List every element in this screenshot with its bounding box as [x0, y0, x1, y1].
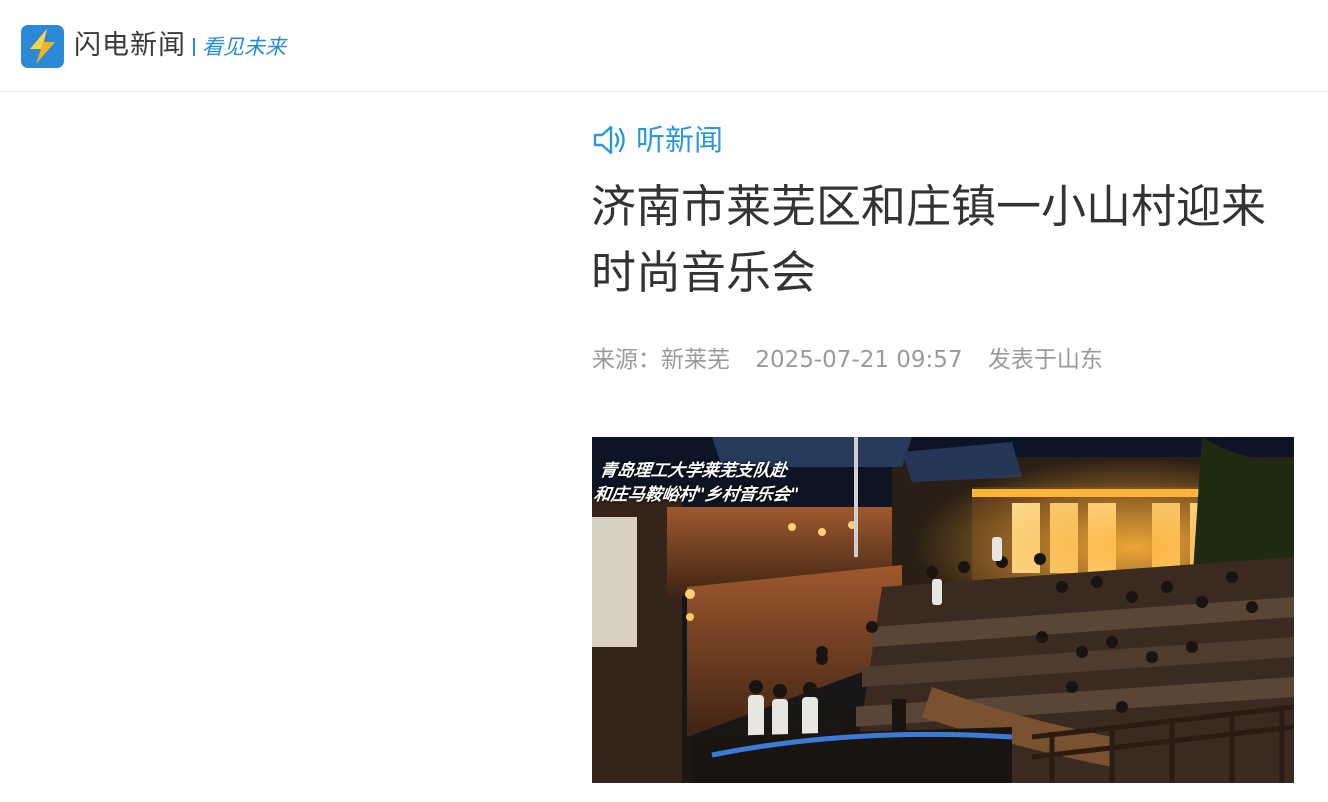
speaker-icon	[593, 125, 625, 155]
lightning-logo-icon[interactable]	[21, 25, 64, 68]
article-source: 来源：新莱芜	[592, 347, 730, 373]
article-title: 济南市莱芜区和庄镇一小山村迎来时尚音乐会	[591, 180, 1267, 299]
brand-name[interactable]: 闪电新闻	[74, 28, 186, 64]
article-datetime: 2025-07-21 09:57	[755, 347, 963, 373]
photo-caption-line2: 和庄马鞍峪村"乡村音乐会"	[592, 485, 801, 505]
article-location: 发表于山东	[987, 347, 1103, 373]
photo-caption-line1: 青岛理工大学莱芜支队赴	[598, 461, 789, 481]
photo-caption: 青岛理工大学莱芜支队赴 和庄马鞍峪村"乡村音乐会"	[592, 459, 801, 507]
article-meta: 来源：新莱芜 2025-07-21 09:57 发表于山东	[592, 342, 1121, 378]
listen-news-button[interactable]: 听新闻	[592, 120, 723, 160]
site-header: 闪电新闻 看见未来	[0, 0, 1328, 92]
listen-news-label: 听新闻	[636, 123, 724, 157]
article-photo: 青岛理工大学莱芜支队赴 和庄马鞍峪村"乡村音乐会"	[592, 437, 1294, 783]
brand-divider	[193, 38, 195, 56]
brand-slogan: 看见未来	[202, 35, 286, 59]
